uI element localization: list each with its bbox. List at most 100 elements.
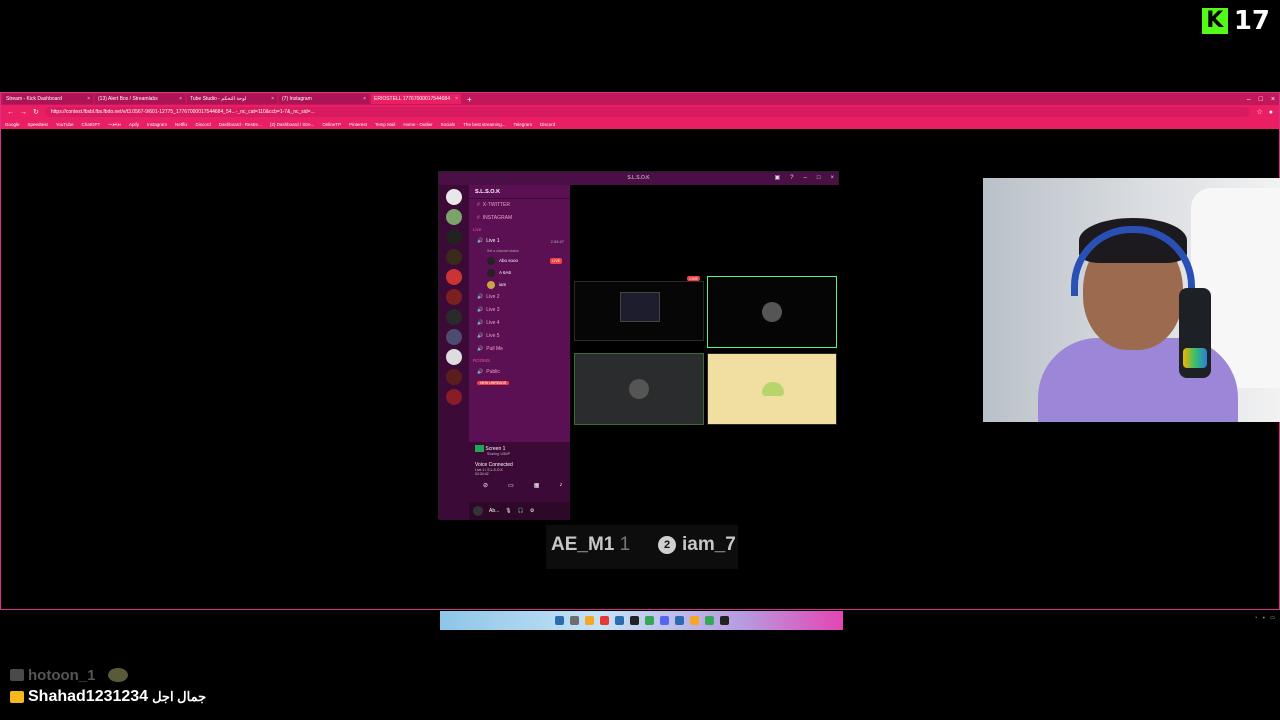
voice-channel[interactable]: 🔊 Live 5 [469, 330, 570, 343]
voice-user[interactable]: iam [469, 279, 570, 291]
browser-tab-active[interactable]: ERIOSTELL 17767000017544684 × [371, 94, 461, 104]
browser-tab[interactable]: Tube Studio - لوحة التحكم × [187, 94, 277, 104]
bookmark[interactable]: YouTube [56, 122, 74, 127]
search-icon[interactable] [569, 616, 579, 625]
mic-icon[interactable]: 🎙 [505, 508, 511, 514]
headphones-icon[interactable]: 🎧 [518, 508, 524, 514]
reload-icon[interactable]: ↻ [33, 108, 39, 116]
server-icon[interactable] [446, 369, 462, 385]
edge-icon[interactable] [614, 616, 624, 625]
new-tab-button[interactable]: + [467, 95, 472, 104]
voice-user[interactable]: Abo sooo LIVE [469, 255, 570, 267]
close-icon[interactable]: × [455, 94, 458, 104]
voice-channel[interactable]: 🔊 Live 2 [469, 291, 570, 304]
close-icon[interactable]: × [179, 94, 182, 104]
camera-off-icon[interactable]: ⊘ [483, 482, 488, 489]
category-rooms[interactable]: ROOMS [469, 356, 570, 366]
close-icon[interactable]: × [87, 94, 90, 104]
bookmark[interactable]: Discord [540, 122, 555, 127]
inbox-icon[interactable]: ▣ [775, 172, 781, 185]
text-channel[interactable]: # X-TWITTER [469, 199, 570, 212]
soundboard-icon[interactable]: ♪ [559, 482, 562, 489]
help-icon[interactable]: ? [790, 172, 793, 185]
stream-tile[interactable] [707, 276, 837, 348]
forward-icon[interactable]: → [20, 109, 27, 116]
bookmarks-bar: Google Speedtest YouTube ChatGPT يوتيوب … [1, 119, 1279, 129]
browser-tab[interactable]: Stream - Kick Dashboard × [3, 94, 93, 104]
stream-tile[interactable]: LIVE [574, 276, 704, 341]
server-icon[interactable] [446, 209, 462, 225]
category-live[interactable]: Live [469, 225, 570, 235]
terminal-icon[interactable] [629, 616, 639, 625]
server-icon[interactable] [446, 229, 462, 245]
obs-icon[interactable] [599, 616, 609, 625]
file-explorer-icon[interactable] [584, 616, 594, 625]
close-icon[interactable]: × [1271, 96, 1275, 103]
minimize-icon[interactable]: – [804, 172, 807, 185]
server-icon[interactable] [446, 389, 462, 405]
voice-user[interactable]: A 6A6 [469, 267, 570, 279]
stream-tile[interactable] [574, 353, 704, 425]
bookmark[interactable]: ChatGPT [81, 122, 100, 127]
folder-icon[interactable] [689, 616, 699, 625]
new-unreads-pill[interactable]: NEW UNREADS [469, 379, 570, 388]
bookmark[interactable]: Netflix [175, 122, 188, 127]
server-name[interactable]: S.L.S.O.K [469, 185, 570, 199]
wifi-icon[interactable]: ◔ [1254, 615, 1257, 621]
maximize-icon[interactable]: □ [817, 172, 821, 185]
chat-username: hotoon_1 [28, 666, 96, 684]
start-icon[interactable] [554, 616, 564, 625]
maximize-icon[interactable]: □ [1259, 96, 1263, 103]
bookmark[interactable]: يوتيوب [108, 121, 121, 127]
server-icon[interactable] [446, 249, 462, 265]
bookmark[interactable]: (2) Dashboard / Stre... [270, 122, 315, 127]
minimize-icon[interactable]: – [1247, 96, 1251, 103]
bookmark[interactable]: The best streaming... [463, 122, 505, 127]
share-screen-icon[interactable]: ▭ [508, 482, 514, 489]
bookmark[interactable]: Dashboard - Restre... [219, 122, 262, 127]
server-icon[interactable] [446, 189, 462, 205]
bookmark[interactable]: OnlineTP [322, 122, 341, 127]
bookmark[interactable]: Temp Mail [375, 122, 396, 127]
profile-icon[interactable]: ● [1269, 109, 1273, 116]
back-icon[interactable]: ← [7, 109, 14, 116]
bookmark[interactable]: Apify [129, 122, 139, 127]
mail-icon[interactable] [674, 616, 684, 625]
close-icon[interactable]: × [363, 94, 366, 104]
battery-icon[interactable]: ▭ [1270, 615, 1275, 621]
browser-tab[interactable]: (13) Alert Box / Streamlabs × [95, 94, 185, 104]
bookmark[interactable]: Socials [441, 122, 456, 127]
server-icon[interactable] [446, 349, 462, 365]
bookmark[interactable]: Home - Outlier [403, 122, 432, 127]
server-icon[interactable] [446, 269, 462, 285]
discord-icon[interactable] [659, 616, 669, 625]
bookmark[interactable]: Instagram [147, 122, 167, 127]
url-field[interactable]: https://contest.fbsbl.fbs.fbdo.net/v/t3.… [44, 107, 1251, 117]
server-icon[interactable] [446, 309, 462, 325]
close-icon[interactable]: × [271, 94, 274, 104]
bookmark[interactable]: Google [5, 122, 20, 127]
voice-channel[interactable]: 🔊 Live 4 [469, 317, 570, 330]
voice-channel-pull-me[interactable]: 🔊 Pull Me [469, 343, 570, 356]
stream-tile[interactable] [707, 353, 837, 425]
settings-icon[interactable]: ⚙ [530, 508, 534, 514]
browser-tab[interactable]: (7) Instagram × [279, 94, 369, 104]
spotify-icon[interactable] [644, 616, 654, 625]
activities-icon[interactable]: ▦ [534, 482, 540, 489]
voice-channel-active[interactable]: 🔊 Live 1 2:34:47 [469, 235, 570, 248]
text-channel[interactable]: # INSTAGRAM [469, 212, 570, 225]
star-icon[interactable]: ☆ [1256, 108, 1262, 116]
bookmark[interactable]: Speedtest [28, 122, 48, 127]
channel-status[interactable]: Set a channel status [469, 248, 570, 255]
volume-icon[interactable]: ◖ [1262, 615, 1265, 621]
server-icon[interactable] [446, 329, 462, 345]
bookmark[interactable]: Discord [196, 122, 211, 127]
server-icon[interactable] [446, 289, 462, 305]
chrome-icon[interactable] [704, 616, 714, 625]
voice-channel-public[interactable]: 🔊 Public [469, 366, 570, 379]
bookmark[interactable]: Pinterest [349, 122, 367, 127]
close-icon[interactable]: × [830, 172, 834, 185]
settings-icon[interactable] [719, 616, 729, 625]
bookmark[interactable]: Telegram [513, 122, 532, 127]
voice-channel[interactable]: 🔊 Live 3 [469, 304, 570, 317]
